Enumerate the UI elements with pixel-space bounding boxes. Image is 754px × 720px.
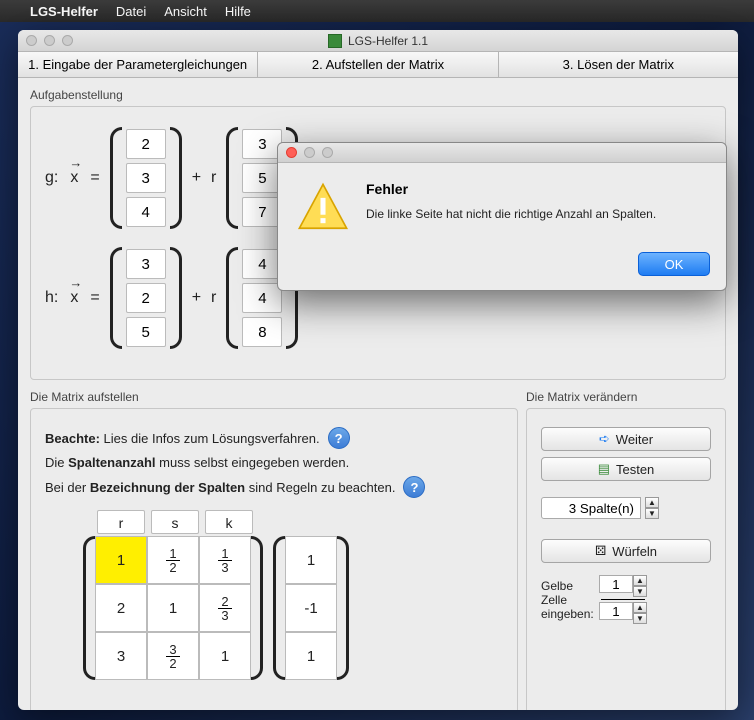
h-direction-1[interactable] bbox=[242, 283, 282, 313]
h-support-vector bbox=[110, 247, 182, 349]
dialog-message: Die linke Seite hat nicht die richtige A… bbox=[366, 207, 656, 221]
setup-heading: Die Matrix aufstellen bbox=[30, 390, 518, 404]
window-zoom-button[interactable] bbox=[62, 35, 73, 46]
main-window: LGS-Helfer 1.1 1. Eingabe der Parameterg… bbox=[18, 30, 738, 710]
matrix-cell[interactable]: 1 bbox=[147, 584, 199, 632]
column-count-spinner[interactable]: ▲ ▼ bbox=[541, 497, 711, 519]
matrix-area: 1121321233321 1-11 bbox=[83, 536, 503, 680]
lhs-matrix: 1121321233321 bbox=[83, 536, 263, 680]
arrow-right-icon: ➪ bbox=[599, 431, 610, 447]
spinner-up-icon[interactable]: ▲ bbox=[633, 575, 647, 586]
dialog-title: Fehler bbox=[366, 181, 656, 197]
system-menubar: LGS-Helfer Datei Ansicht Hilfe bbox=[0, 0, 754, 22]
plus-sign: + bbox=[192, 169, 201, 187]
dialog-minimize-button[interactable] bbox=[304, 147, 315, 158]
yellow-cell-input-row: Gelbe Zelle eingeben: ▲▼ bbox=[541, 575, 711, 624]
tab-step-2[interactable]: 2. Aufstellen der Matrix bbox=[258, 52, 498, 77]
window-close-button[interactable] bbox=[26, 35, 37, 46]
column-count-input[interactable] bbox=[541, 497, 641, 519]
modify-heading: Die Matrix verändern bbox=[526, 390, 726, 404]
dialog-zoom-button[interactable] bbox=[322, 147, 333, 158]
h-support-2[interactable] bbox=[126, 317, 166, 347]
menu-datei[interactable]: Datei bbox=[116, 4, 146, 19]
tab-step-3[interactable]: 3. Lösen der Matrix bbox=[499, 52, 738, 77]
document-icon: ▤ bbox=[598, 461, 610, 477]
rhs-cell[interactable]: -1 bbox=[285, 584, 337, 632]
window-minimize-button[interactable] bbox=[44, 35, 55, 46]
g-param: r bbox=[211, 169, 216, 187]
error-dialog: Fehler Die linke Seite hat nicht die ric… bbox=[277, 142, 727, 291]
yellow-label-1: Gelbe bbox=[541, 579, 593, 593]
dice-icon: ⚄ bbox=[595, 543, 606, 559]
spinner-down-icon[interactable]: ▼ bbox=[633, 613, 647, 624]
window-title: LGS-Helfer 1.1 bbox=[348, 34, 428, 48]
spinner-down-icon[interactable]: ▼ bbox=[633, 586, 647, 597]
app-menu[interactable]: LGS-Helfer bbox=[30, 4, 98, 19]
help-button-columns[interactable]: ? bbox=[403, 476, 425, 498]
matrix-cell[interactable]: 1 bbox=[199, 632, 251, 680]
spinner-up-icon[interactable]: ▲ bbox=[645, 497, 659, 508]
weiter-button[interactable]: ➪ Weiter bbox=[541, 427, 711, 451]
equals-sign: = bbox=[90, 289, 99, 307]
rhs-cell[interactable]: 1 bbox=[285, 536, 337, 584]
yellow-numerator-input[interactable] bbox=[599, 575, 633, 593]
dialog-close-button[interactable] bbox=[286, 147, 297, 158]
testen-button[interactable]: ▤ Testen bbox=[541, 457, 711, 481]
traffic-lights bbox=[26, 35, 73, 46]
yellow-label-2: Zelle bbox=[541, 593, 593, 607]
g-support-1[interactable] bbox=[126, 163, 166, 193]
matrix-cell[interactable]: 1 bbox=[95, 536, 147, 584]
h-support-1[interactable] bbox=[126, 283, 166, 313]
g-support-2[interactable] bbox=[126, 197, 166, 227]
warning-icon bbox=[296, 181, 350, 238]
vector-x-symbol: x bbox=[70, 169, 78, 187]
modify-group: ➪ Weiter ▤ Testen ▲ ▼ bbox=[526, 408, 726, 710]
help-button-solving[interactable]: ? bbox=[328, 427, 350, 449]
col-header-2[interactable]: k bbox=[205, 510, 253, 534]
rhs-vector: 1-11 bbox=[273, 536, 349, 680]
wuerfeln-button[interactable]: ⚄ Würfeln bbox=[541, 539, 711, 563]
matrix-cell[interactable]: 32 bbox=[147, 632, 199, 680]
col-header-0[interactable]: r bbox=[97, 510, 145, 534]
yellow-label-3: eingeben: bbox=[541, 607, 593, 621]
ok-button[interactable]: OK bbox=[638, 252, 710, 276]
h-direction-2[interactable] bbox=[242, 317, 282, 347]
equals-sign: = bbox=[90, 169, 99, 187]
equation-g-label: g: bbox=[45, 169, 58, 187]
note-line-3: Bei der Bezeichnung der Spalten sind Reg… bbox=[45, 480, 395, 495]
matrix-cell[interactable]: 13 bbox=[199, 536, 251, 584]
equation-h-label: h: bbox=[45, 289, 58, 307]
g-support-0[interactable] bbox=[126, 129, 166, 159]
setup-group: Beachte: Lies die Infos zum Lösungsverfa… bbox=[30, 408, 518, 710]
plus-sign: + bbox=[192, 289, 201, 307]
matrix-cell[interactable]: 12 bbox=[147, 536, 199, 584]
spinner-up-icon[interactable]: ▲ bbox=[633, 602, 647, 613]
dialog-titlebar bbox=[278, 143, 726, 163]
h-support-0[interactable] bbox=[126, 249, 166, 279]
h-param: r bbox=[211, 289, 216, 307]
task-heading: Aufgabenstellung bbox=[30, 88, 726, 102]
menu-hilfe[interactable]: Hilfe bbox=[225, 4, 251, 19]
tab-step-1[interactable]: 1. Eingabe der Parametergleichungen bbox=[18, 52, 258, 77]
column-header-row: r s k bbox=[97, 510, 503, 534]
menu-ansicht[interactable]: Ansicht bbox=[164, 4, 207, 19]
note-line-2: Die Spaltenanzahl muss selbst eingegeben… bbox=[45, 455, 349, 470]
col-header-1[interactable]: s bbox=[151, 510, 199, 534]
yellow-denominator-input[interactable] bbox=[599, 602, 633, 620]
vector-x-symbol: x bbox=[70, 289, 78, 307]
app-icon bbox=[328, 34, 342, 48]
matrix-cell[interactable]: 23 bbox=[199, 584, 251, 632]
matrix-cell[interactable]: 3 bbox=[95, 632, 147, 680]
matrix-cell[interactable]: 2 bbox=[95, 584, 147, 632]
g-support-vector bbox=[110, 127, 182, 229]
step-tabbar: 1. Eingabe der Parametergleichungen 2. A… bbox=[18, 52, 738, 78]
window-titlebar: LGS-Helfer 1.1 bbox=[18, 30, 738, 52]
rhs-cell[interactable]: 1 bbox=[285, 632, 337, 680]
note-line-1: Beachte: Lies die Infos zum Lösungsverfa… bbox=[45, 431, 320, 446]
spinner-down-icon[interactable]: ▼ bbox=[645, 508, 659, 519]
